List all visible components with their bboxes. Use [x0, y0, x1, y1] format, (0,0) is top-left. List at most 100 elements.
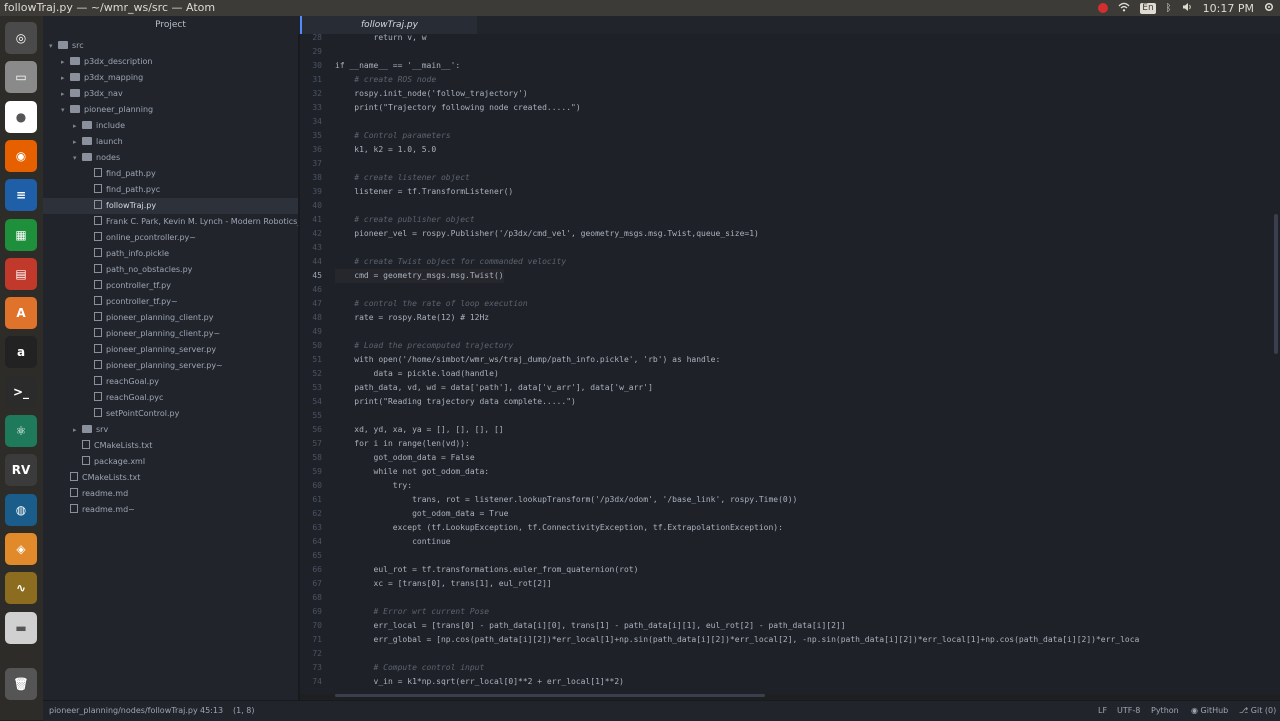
- tree-file[interactable]: readme.md~: [43, 502, 298, 518]
- tree-file[interactable]: package.xml: [43, 454, 298, 470]
- amazon-icon[interactable]: a: [5, 336, 37, 369]
- code-line[interactable]: eul_rot = tf.transformations.euler_from_…: [335, 563, 639, 577]
- software-center-icon[interactable]: A: [5, 297, 37, 330]
- code-line[interactable]: rate = rospy.Rate(12) # 12Hz: [335, 311, 489, 325]
- ubuntu-logo-icon[interactable]: ◎: [5, 22, 37, 54]
- status-file-path[interactable]: pioneer_planning/nodes/followTraj.py: [49, 706, 198, 715]
- tree-file[interactable]: online_pcontroller.py~: [43, 230, 298, 246]
- tree-file[interactable]: reachGoal.pyc: [43, 390, 298, 406]
- code-comment-line[interactable]: # create ROS node: [335, 73, 436, 87]
- status-grammar[interactable]: Python: [1151, 706, 1179, 715]
- code-comment-line[interactable]: # create listener object: [335, 171, 470, 185]
- code-line[interactable]: xc = [trans[0], trans[1], eul_rot[2]]: [335, 577, 552, 591]
- tree-file[interactable]: find_path.pyc: [43, 182, 298, 198]
- tree-folder[interactable]: ▸ p3dx_description: [43, 54, 298, 70]
- tree-folder[interactable]: ▾ nodes: [43, 150, 298, 166]
- code-line[interactable]: err_local = [trans[0] - path_data[i][0],…: [335, 619, 846, 633]
- code-line[interactable]: return v, w: [335, 34, 427, 45]
- code-comment-line[interactable]: # Control parameters: [335, 129, 450, 143]
- tree-file[interactable]: CMakeLists.txt: [43, 438, 298, 454]
- code-line[interactable]: try:: [335, 479, 412, 493]
- status-line-ending[interactable]: LF: [1098, 706, 1107, 715]
- bluetooth-icon[interactable]: ᛒ: [1166, 3, 1172, 14]
- tree-file[interactable]: followTraj.py: [43, 198, 298, 214]
- code-line[interactable]: err_global = [np.cos(path_data[i][2])*er…: [335, 633, 1140, 647]
- tree-folder[interactable]: ▸ include: [43, 118, 298, 134]
- power-gear-icon[interactable]: [1264, 2, 1274, 15]
- status-cursor-position[interactable]: 45:13: [200, 706, 223, 715]
- code-line[interactable]: v_in = k1*np.sqrt(err_local[0]**2 + err_…: [335, 675, 624, 689]
- chevron-down-icon[interactable]: ▾: [61, 102, 70, 118]
- tree-file[interactable]: reachGoal.py: [43, 374, 298, 390]
- writer-icon[interactable]: ≡: [5, 179, 37, 212]
- code-line[interactable]: pioneer_vel = rospy.Publisher('/p3dx/cmd…: [335, 227, 759, 241]
- tree-file[interactable]: find_path.py: [43, 166, 298, 182]
- firefox-icon[interactable]: ◉: [5, 139, 37, 172]
- code-editor[interactable]: 28 return v, w 29 30 if __name__ == '__main…: [300, 34, 1280, 694]
- code-line[interactable]: listener = tf.TransformListener(): [335, 185, 513, 199]
- code-line[interactable]: k1, k2 = 1.0, 5.0: [335, 143, 436, 157]
- status-github[interactable]: ◉ GitHub: [1191, 706, 1228, 715]
- trash-icon[interactable]: 🗑: [5, 668, 37, 700]
- tree-file[interactable]: readme.md: [43, 486, 298, 502]
- atom-icon[interactable]: ⚛: [5, 415, 37, 447]
- code-line[interactable]: data = pickle.load(handle): [335, 367, 499, 381]
- code-line[interactable]: while not got_odom_data:: [335, 465, 490, 479]
- chevron-right-icon[interactable]: ▸: [61, 86, 70, 102]
- code-line[interactable]: trans, rot = listener.lookupTransform('/…: [335, 493, 797, 507]
- code-line[interactable]: rospy.init_node('follow_trajectory'): [335, 87, 527, 101]
- tree-file[interactable]: pioneer_planning_server.py: [43, 342, 298, 358]
- tab-followtraj[interactable]: followTraj.py: [300, 16, 477, 34]
- record-indicator-icon[interactable]: [1098, 3, 1109, 13]
- tree-file[interactable]: pcontroller_tf.py~: [43, 294, 298, 310]
- code-line[interactable]: print("Reading trajectory data complete.…: [335, 395, 576, 409]
- tree-folder[interactable]: ▸ p3dx_mapping: [43, 70, 298, 86]
- code-line[interactable]: print("Trajectory following node created…: [335, 101, 580, 115]
- files-icon[interactable]: ▭: [5, 61, 37, 94]
- code-line[interactable]: got_odom_data = False: [335, 451, 475, 465]
- tree-file[interactable]: path_no_obstacles.py: [43, 262, 298, 278]
- chrome-icon[interactable]: ●: [5, 100, 37, 133]
- waveform-icon[interactable]: ∿: [5, 572, 37, 605]
- horizontal-scrollbar[interactable]: [335, 694, 765, 697]
- drive-icon[interactable]: ▬: [5, 611, 37, 644]
- calc-icon[interactable]: ▦: [5, 218, 37, 251]
- tree-folder[interactable]: ▾ pioneer_planning: [43, 102, 298, 118]
- tree-file[interactable]: pioneer_planning_server.py~: [43, 358, 298, 374]
- code-line[interactable]: if __name__ == '__main__':: [335, 59, 460, 73]
- tree-file[interactable]: pioneer_planning_client.py~: [43, 326, 298, 342]
- code-line[interactable]: cmd = geometry_msgs.msg.Twist(): [335, 269, 503, 283]
- code-line[interactable]: except (tf.LookupException, tf.Connectiv…: [335, 521, 783, 535]
- tree-folder[interactable]: ▾ src: [43, 38, 298, 54]
- code-line[interactable]: xd, yd, xa, ya = [], [], [], []: [335, 423, 503, 437]
- code-comment-line[interactable]: # Load the precomputed trajectory: [335, 339, 513, 353]
- chevron-down-icon[interactable]: ▾: [73, 150, 82, 166]
- wifi-icon[interactable]: [1118, 2, 1130, 15]
- code-line[interactable]: continue: [335, 535, 451, 549]
- impress-icon[interactable]: ▤: [5, 257, 37, 290]
- tree-file[interactable]: pioneer_planning_client.py: [43, 310, 298, 326]
- chevron-right-icon[interactable]: ▸: [73, 422, 82, 438]
- chevron-right-icon[interactable]: ▸: [61, 54, 70, 70]
- status-git[interactable]: ⎇ Git (0): [1239, 706, 1276, 715]
- code-comment-line[interactable]: # control the rate of loop execution: [335, 297, 527, 311]
- terminal-icon[interactable]: >_: [5, 375, 37, 408]
- code-comment-line[interactable]: # create publisher object: [335, 213, 474, 227]
- rviz-icon[interactable]: RV: [5, 454, 37, 487]
- code-comment-line[interactable]: # create Twist object for commanded velo…: [335, 255, 566, 269]
- code-line[interactable]: got_odom_data = True: [335, 507, 508, 521]
- code-line[interactable]: for i in range(len(vd)):: [335, 437, 470, 451]
- sublime-icon[interactable]: ◈: [5, 532, 37, 565]
- tree-folder[interactable]: ▸ srv: [43, 422, 298, 438]
- tree-file[interactable]: CMakeLists.txt: [43, 470, 298, 486]
- tree-file[interactable]: pcontroller_tf.py: [43, 278, 298, 294]
- tree-file[interactable]: Frank C. Park, Kevin M. Lynch - Modern R…: [43, 214, 298, 230]
- code-line[interactable]: with open('/home/simbot/wmr_ws/traj_dump…: [335, 353, 720, 367]
- tree-folder[interactable]: ▸ p3dx_nav: [43, 86, 298, 102]
- code-comment-line[interactable]: # Compute control input: [335, 661, 485, 675]
- chevron-right-icon[interactable]: ▸: [73, 134, 82, 150]
- clock[interactable]: 10:17 PM: [1203, 2, 1254, 15]
- chevron-right-icon[interactable]: ▸: [61, 70, 70, 86]
- globe-icon[interactable]: ◍: [5, 493, 37, 526]
- tree-file[interactable]: path_info.pickle: [43, 246, 298, 262]
